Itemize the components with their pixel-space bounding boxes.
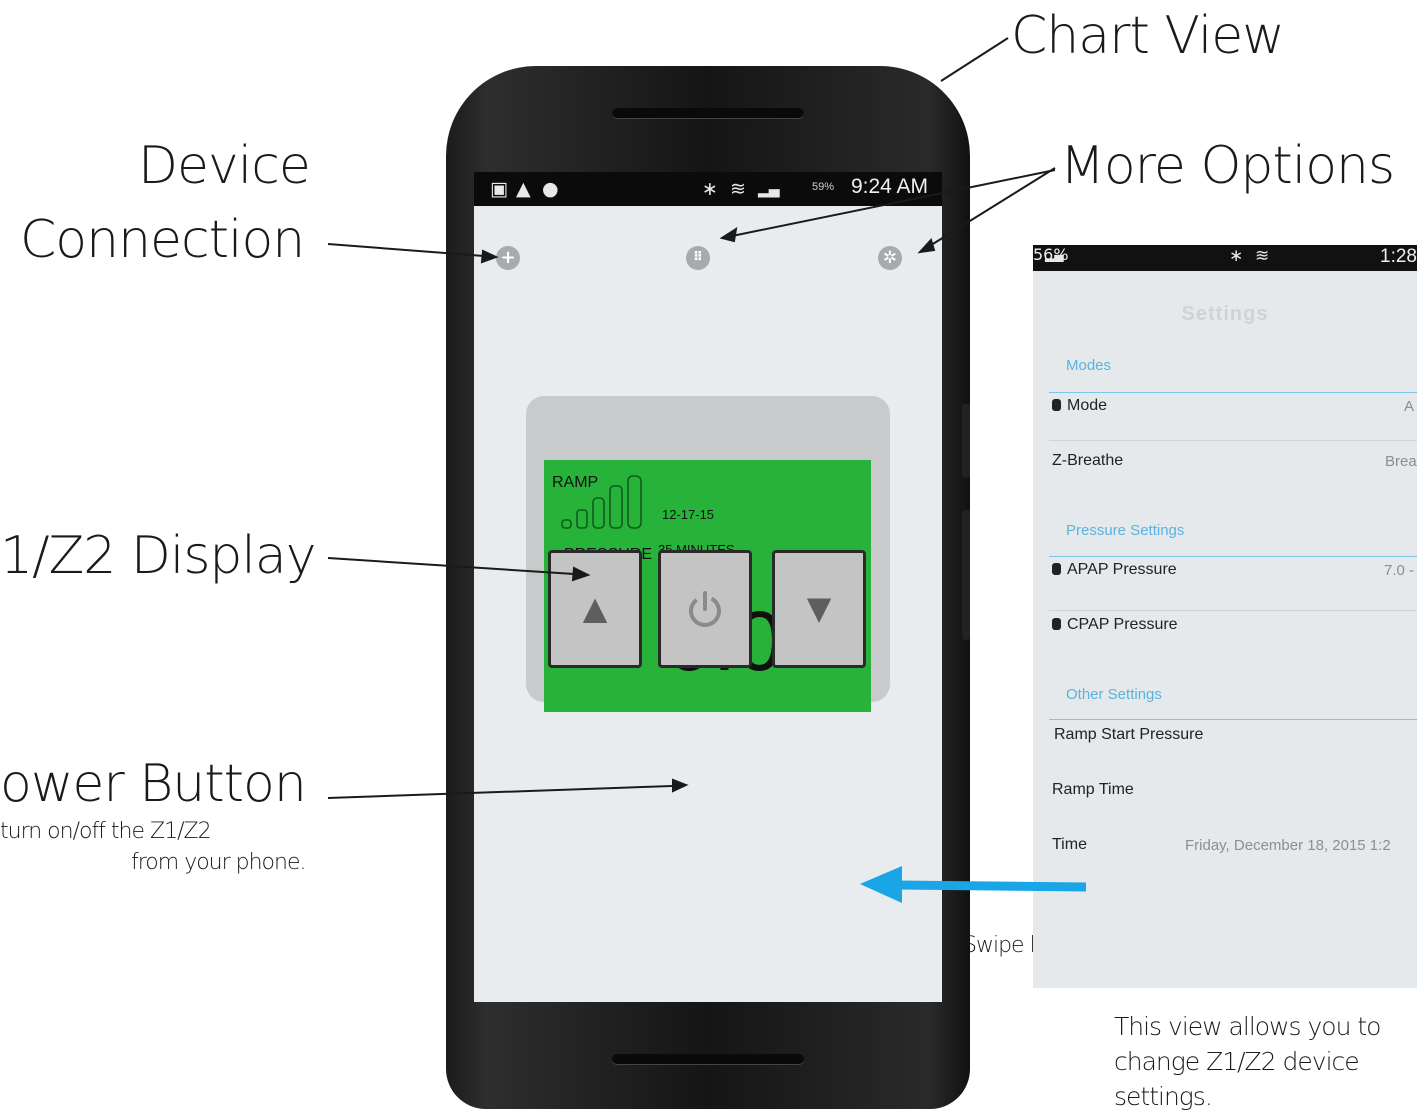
power-button-label: ower Button	[0, 754, 307, 814]
row-mode[interactable]: Mode	[1052, 397, 1107, 415]
row-mode-value: A	[1404, 398, 1415, 415]
row-cpap-pressure[interactable]: CPAP Pressure	[1052, 616, 1178, 634]
row-divider	[1049, 610, 1417, 611]
lock-icon	[1052, 399, 1061, 411]
power-desc-line1: turn on/off the Z1/Z2	[0, 819, 212, 844]
settings-status-bar: ▂▄ ∗ ≋ 56% 1:28	[1033, 245, 1417, 271]
device-connection-label-line1: Device	[138, 136, 311, 196]
status-bar: ▣ ▲ ● ∗ ≋ ▂▄ 59% 9:24 AM	[474, 172, 942, 206]
top-speaker	[612, 108, 804, 118]
power-icon	[689, 591, 721, 627]
volume-button	[962, 404, 970, 478]
row-mode-label: Mode	[1067, 397, 1108, 414]
row-apap-label: APAP Pressure	[1067, 561, 1177, 578]
row-ramp-time-label: Ramp Time	[1052, 781, 1134, 798]
settings-desc-line3: settings.	[1114, 1082, 1213, 1111]
row-apap-pressure[interactable]: APAP Pressure	[1052, 561, 1177, 579]
gear-icon[interactable]: ✲	[878, 246, 902, 270]
down-button[interactable]: ▼	[772, 550, 866, 668]
warning-icon: ▲	[516, 178, 531, 200]
settings-desc-line2: change Z1/Z2 device	[1114, 1047, 1360, 1076]
down-arrow-icon: ▼	[806, 589, 832, 627]
row-apap-value: 7.0 -	[1384, 562, 1415, 579]
display-label: 1/Z2 Display	[0, 526, 317, 586]
row-time[interactable]: Time	[1052, 836, 1087, 854]
plus-icon[interactable]: +	[496, 246, 520, 270]
wifi-icon: ≋	[730, 178, 746, 200]
settings-title: Settings	[1181, 303, 1269, 325]
up-arrow-icon: ▲	[582, 589, 608, 627]
row-ramp-time[interactable]: Ramp Time	[1052, 781, 1134, 799]
bottom-speaker	[612, 1054, 804, 1064]
bluetooth-icon: ∗	[702, 178, 718, 200]
settings-clock: 1:28	[1380, 246, 1417, 267]
power-desc-line2: from your phone.	[131, 850, 306, 875]
lock-icon	[1052, 618, 1061, 630]
up-button[interactable]: ▲	[548, 550, 642, 668]
row-z-breathe-label: Z-Breathe	[1052, 452, 1124, 469]
clock: 9:24 AM	[850, 175, 928, 198]
settings-bluetooth-icon: ∗	[1229, 246, 1244, 266]
battery-percent: 59%	[811, 181, 834, 193]
row-time-label: Time	[1052, 836, 1087, 853]
section-modes: Modes	[1066, 357, 1112, 374]
date-readout: 12-17-15	[662, 507, 715, 522]
device-connection-label-line2: Connection	[20, 210, 305, 270]
settings-desc-line1: This view allows you to	[1114, 1012, 1381, 1041]
row-ramp-start-label: Ramp Start Pressure	[1054, 726, 1204, 743]
more-options-label: More Options	[1060, 136, 1395, 196]
gallery-icon: ▣	[490, 178, 508, 200]
row-divider	[1049, 440, 1417, 441]
section-pressure: Pressure Settings	[1066, 522, 1185, 539]
signal-icon: ▂▄	[758, 182, 780, 198]
row-z-breathe[interactable]: Z-Breathe	[1052, 452, 1123, 470]
section-other: Other Settings	[1066, 686, 1162, 703]
chart-view-pointer	[940, 37, 1009, 82]
lock-icon	[1052, 563, 1061, 575]
row-cpap-label: CPAP Pressure	[1067, 616, 1178, 633]
chart-view-label: Chart View	[1011, 6, 1285, 66]
side-power-button	[962, 510, 970, 640]
section-divider	[1049, 556, 1417, 557]
row-time-value: Friday, December 18, 2015 1:2	[1185, 837, 1391, 854]
settings-signal-icon: ▂▄	[1045, 248, 1064, 262]
section-divider	[1049, 392, 1417, 393]
section-divider	[1049, 719, 1417, 720]
row-z-breathe-value: Brea	[1385, 453, 1417, 470]
grid-icon[interactable]: ⠿	[686, 246, 710, 270]
settings-screenshot: ▂▄ ∗ ≋ 56% 1:28 Settings Modes Mode A Z-…	[1033, 245, 1417, 988]
signal-bars-icon	[561, 475, 642, 529]
row-ramp-start-pressure[interactable]: Ramp Start Pressure	[1054, 726, 1203, 744]
power-button[interactable]	[658, 550, 752, 668]
settings-wifi-icon: ≋	[1255, 246, 1270, 266]
hangouts-icon: ●	[542, 178, 559, 200]
